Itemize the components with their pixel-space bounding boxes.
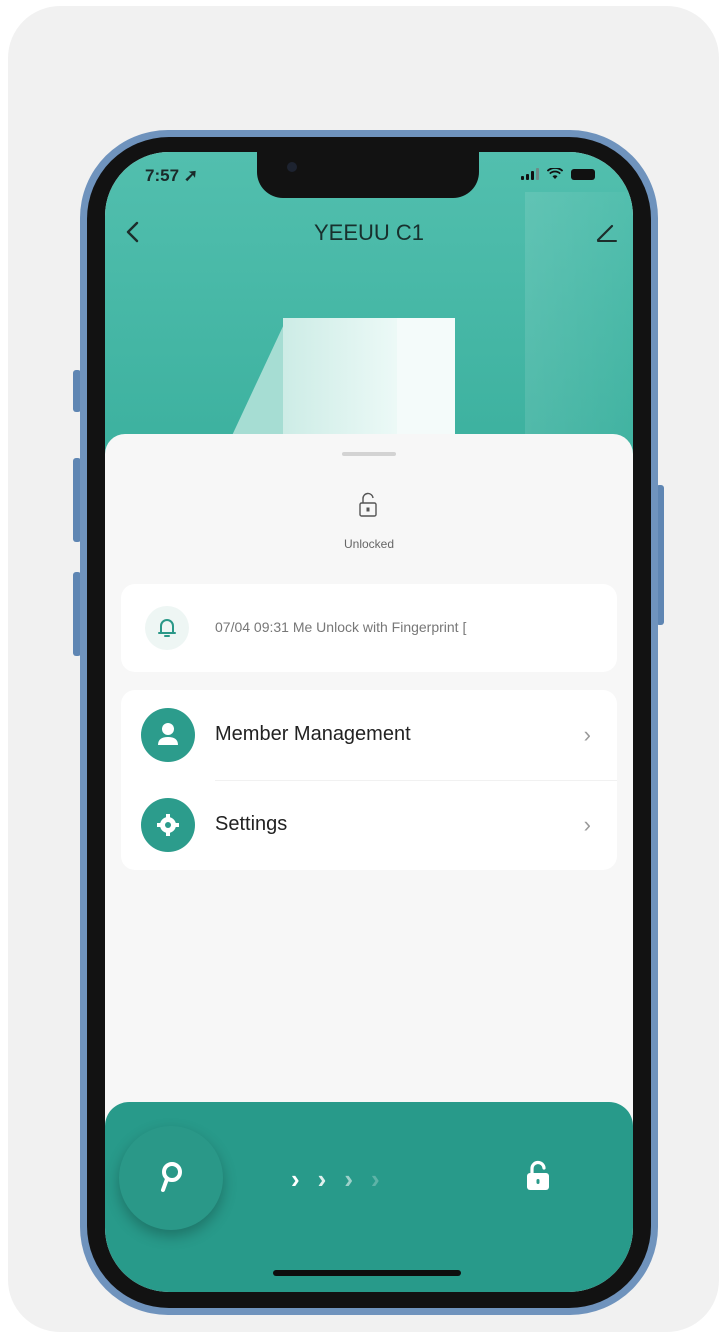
swipe-unlock-bar: › › › › (105, 1102, 633, 1292)
gear-icon (157, 814, 179, 836)
swipe-arrow-4: › (371, 1164, 380, 1194)
swipe-arrow-1: › (291, 1164, 300, 1194)
swipe-arrow-3: › (344, 1164, 354, 1194)
gear-icon-circle (141, 798, 195, 852)
swipe-arrow-2: › (317, 1164, 327, 1194)
key-icon (161, 1162, 182, 1192)
front-camera (287, 162, 297, 172)
wifi-icon (547, 168, 563, 179)
settings-row[interactable]: Settings › (121, 780, 617, 870)
unlocked-padlock-icon (359, 492, 377, 517)
control-sheet: Unlocked 07/04 09:31 Me Unlock with Fing… (105, 434, 633, 1134)
status-time: 7:57 ➚ (145, 166, 198, 185)
menu-card: Member Management › Settings › (121, 690, 617, 870)
home-indicator (273, 1270, 461, 1276)
chevron-right-icon: › (583, 812, 591, 837)
unlocked-padlock-icon (527, 1160, 549, 1190)
pencil-icon (596, 224, 617, 242)
lock-status-label: Unlocked (343, 537, 395, 551)
person-icon (158, 723, 178, 745)
latest-log-card[interactable]: 07/04 09:31 Me Unlock with Fingerprint [ (121, 584, 617, 672)
member-management-row[interactable]: Member Management › (121, 690, 617, 781)
log-icon-wrap (145, 606, 189, 650)
camera-notch (257, 152, 479, 198)
settings-label: Settings (215, 813, 288, 835)
swipe-key-button[interactable] (119, 1126, 223, 1230)
hero-banner (105, 152, 633, 472)
signal-icon (521, 168, 539, 180)
phone-screen: 7:57 ➚ YEEUU C1 Unlocked 07/04 09:31 Me … (105, 152, 633, 1292)
swipe-arrows: › › › › (291, 1164, 380, 1195)
person-icon-circle (141, 708, 195, 762)
edit-button[interactable] (595, 220, 619, 244)
bell-icon (158, 619, 176, 637)
status-icons (521, 168, 595, 180)
device-title: YEEUU C1 (313, 220, 425, 245)
chevron-right-icon: › (583, 722, 591, 747)
latest-log-text: 07/04 09:31 Me Unlock with Fingerprint [ (215, 619, 467, 635)
sheet-handle[interactable] (342, 452, 396, 456)
battery-icon (571, 169, 595, 180)
member-management-label: Member Management (215, 723, 411, 745)
